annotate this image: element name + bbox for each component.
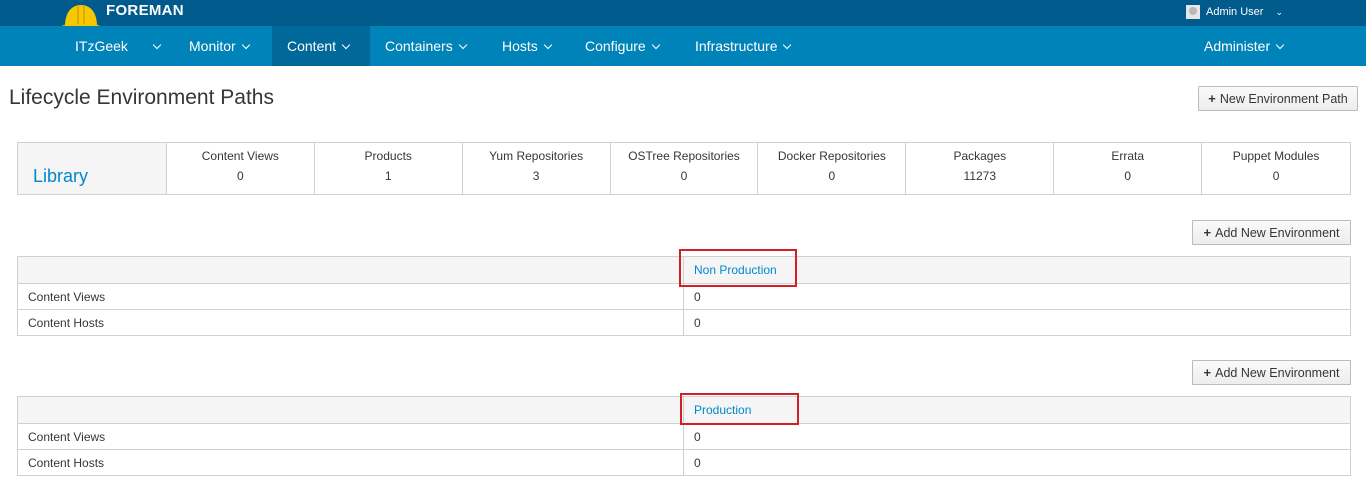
nav-label: ITzGeek	[75, 38, 128, 54]
main-nav: ITzGeek Monitor Content Containers Hosts…	[0, 26, 1366, 66]
chevron-down-icon	[152, 40, 162, 49]
nav-label: Infrastructure	[695, 38, 778, 54]
chevron-down-icon	[458, 40, 467, 49]
nav-configure[interactable]: Configure	[585, 26, 660, 66]
nav-administer[interactable]: Administer	[1204, 26, 1285, 66]
stat-errata: Errata 0	[1053, 143, 1201, 194]
chevron-down-icon	[783, 40, 792, 49]
stat-puppet-modules: Puppet Modules 0	[1201, 143, 1350, 194]
stat-packages: Packages 11273	[905, 143, 1053, 194]
library-summary: Library Content Views 0 Products 1 Yum R…	[17, 142, 1351, 195]
stat-label: Packages	[953, 149, 1007, 163]
chevron-down-icon	[341, 40, 351, 49]
table-row: Content Hosts 0	[18, 309, 1350, 335]
add-new-environment-button[interactable]: + Add New Environment	[1192, 360, 1351, 385]
chevron-down-icon	[1275, 40, 1285, 49]
nav-label: Hosts	[502, 38, 538, 54]
stat-label: Errata	[1111, 149, 1145, 163]
page-title: Lifecycle Environment Paths	[9, 86, 274, 109]
button-label: Add New Environment	[1215, 225, 1340, 240]
table-row: Content Hosts 0	[18, 449, 1350, 475]
chevron-down-icon: ⌄	[1275, 6, 1284, 17]
library-link[interactable]: Library	[33, 166, 88, 187]
annotation-highlight-box	[679, 249, 797, 287]
user-avatar-icon	[1186, 5, 1200, 19]
stat-label: Yum Repositories	[489, 149, 584, 163]
plus-icon: +	[1208, 91, 1216, 106]
nav-hosts[interactable]: Hosts	[502, 26, 553, 66]
nav-label: Content	[287, 38, 337, 54]
top-bar: FOREMAN Admin User ⌄	[0, 0, 1366, 31]
plus-icon: +	[1203, 225, 1212, 240]
row-label: Content Hosts	[18, 450, 684, 475]
button-label: New Environment Path	[1219, 91, 1348, 106]
new-environment-path-button[interactable]: + New Environment Path	[1198, 86, 1358, 111]
nav-label: Containers	[385, 38, 453, 54]
stat-label: Products	[364, 149, 412, 163]
button-label: Add New Environment	[1215, 365, 1340, 380]
user-name: Admin User	[1206, 6, 1264, 18]
library-cell: Library	[18, 143, 166, 194]
stat-value: 0	[236, 169, 244, 183]
stat-products: Products 1	[313, 143, 462, 194]
nav-label: Configure	[585, 38, 646, 54]
nav-org-itzgeek[interactable]: ITzGeek	[75, 26, 162, 66]
row-label: Content Views	[18, 424, 684, 449]
stat-ostree-repositories: OSTree Repositories 0	[609, 143, 758, 194]
nav-infrastructure[interactable]: Infrastructure	[695, 26, 792, 66]
chevron-down-icon	[241, 40, 250, 49]
stat-label: Puppet Modules	[1232, 149, 1320, 163]
stat-docker-repositories: Docker Repositories 0	[757, 143, 905, 194]
nav-monitor[interactable]: Monitor	[174, 26, 264, 66]
chevron-down-icon	[651, 40, 660, 49]
row-value: 0	[694, 429, 701, 444]
stat-value: 0	[680, 169, 688, 183]
stat-value: 11273	[963, 169, 997, 183]
stat-value: 3	[532, 169, 540, 183]
row-label: Content Views	[18, 284, 684, 309]
add-new-environment-button[interactable]: + Add New Environment	[1192, 220, 1351, 245]
stat-value: 0	[1124, 169, 1132, 183]
stat-label: Docker Repositories	[777, 149, 886, 163]
stat-label: OSTree Repositories	[628, 149, 740, 163]
header-empty-cell	[18, 257, 684, 283]
stat-value: 0	[828, 169, 836, 183]
nav-containers[interactable]: Containers	[385, 26, 467, 66]
chevron-down-icon	[543, 40, 553, 49]
row-label: Content Hosts	[18, 310, 684, 335]
stat-content-views: Content Views 0	[165, 143, 314, 194]
stat-yum-repositories: Yum Repositories 3	[461, 143, 610, 194]
table-row: Content Views 0	[18, 423, 1350, 449]
plus-icon: +	[1203, 365, 1212, 380]
header-empty-cell	[18, 397, 684, 423]
nav-label: Administer	[1204, 38, 1271, 54]
stat-value: 1	[384, 169, 392, 183]
nav-label: Monitor	[189, 38, 236, 54]
row-value: 0	[694, 289, 701, 304]
annotation-highlight-box	[680, 393, 799, 425]
stat-value: 0	[1272, 169, 1280, 183]
nav-content[interactable]: Content	[272, 26, 370, 66]
stat-label: Content Views	[201, 149, 279, 163]
user-menu[interactable]: Admin User ⌄	[1186, 5, 1283, 19]
brand-name[interactable]: FOREMAN	[106, 2, 184, 19]
row-value: 0	[694, 315, 701, 330]
row-value: 0	[694, 455, 701, 470]
